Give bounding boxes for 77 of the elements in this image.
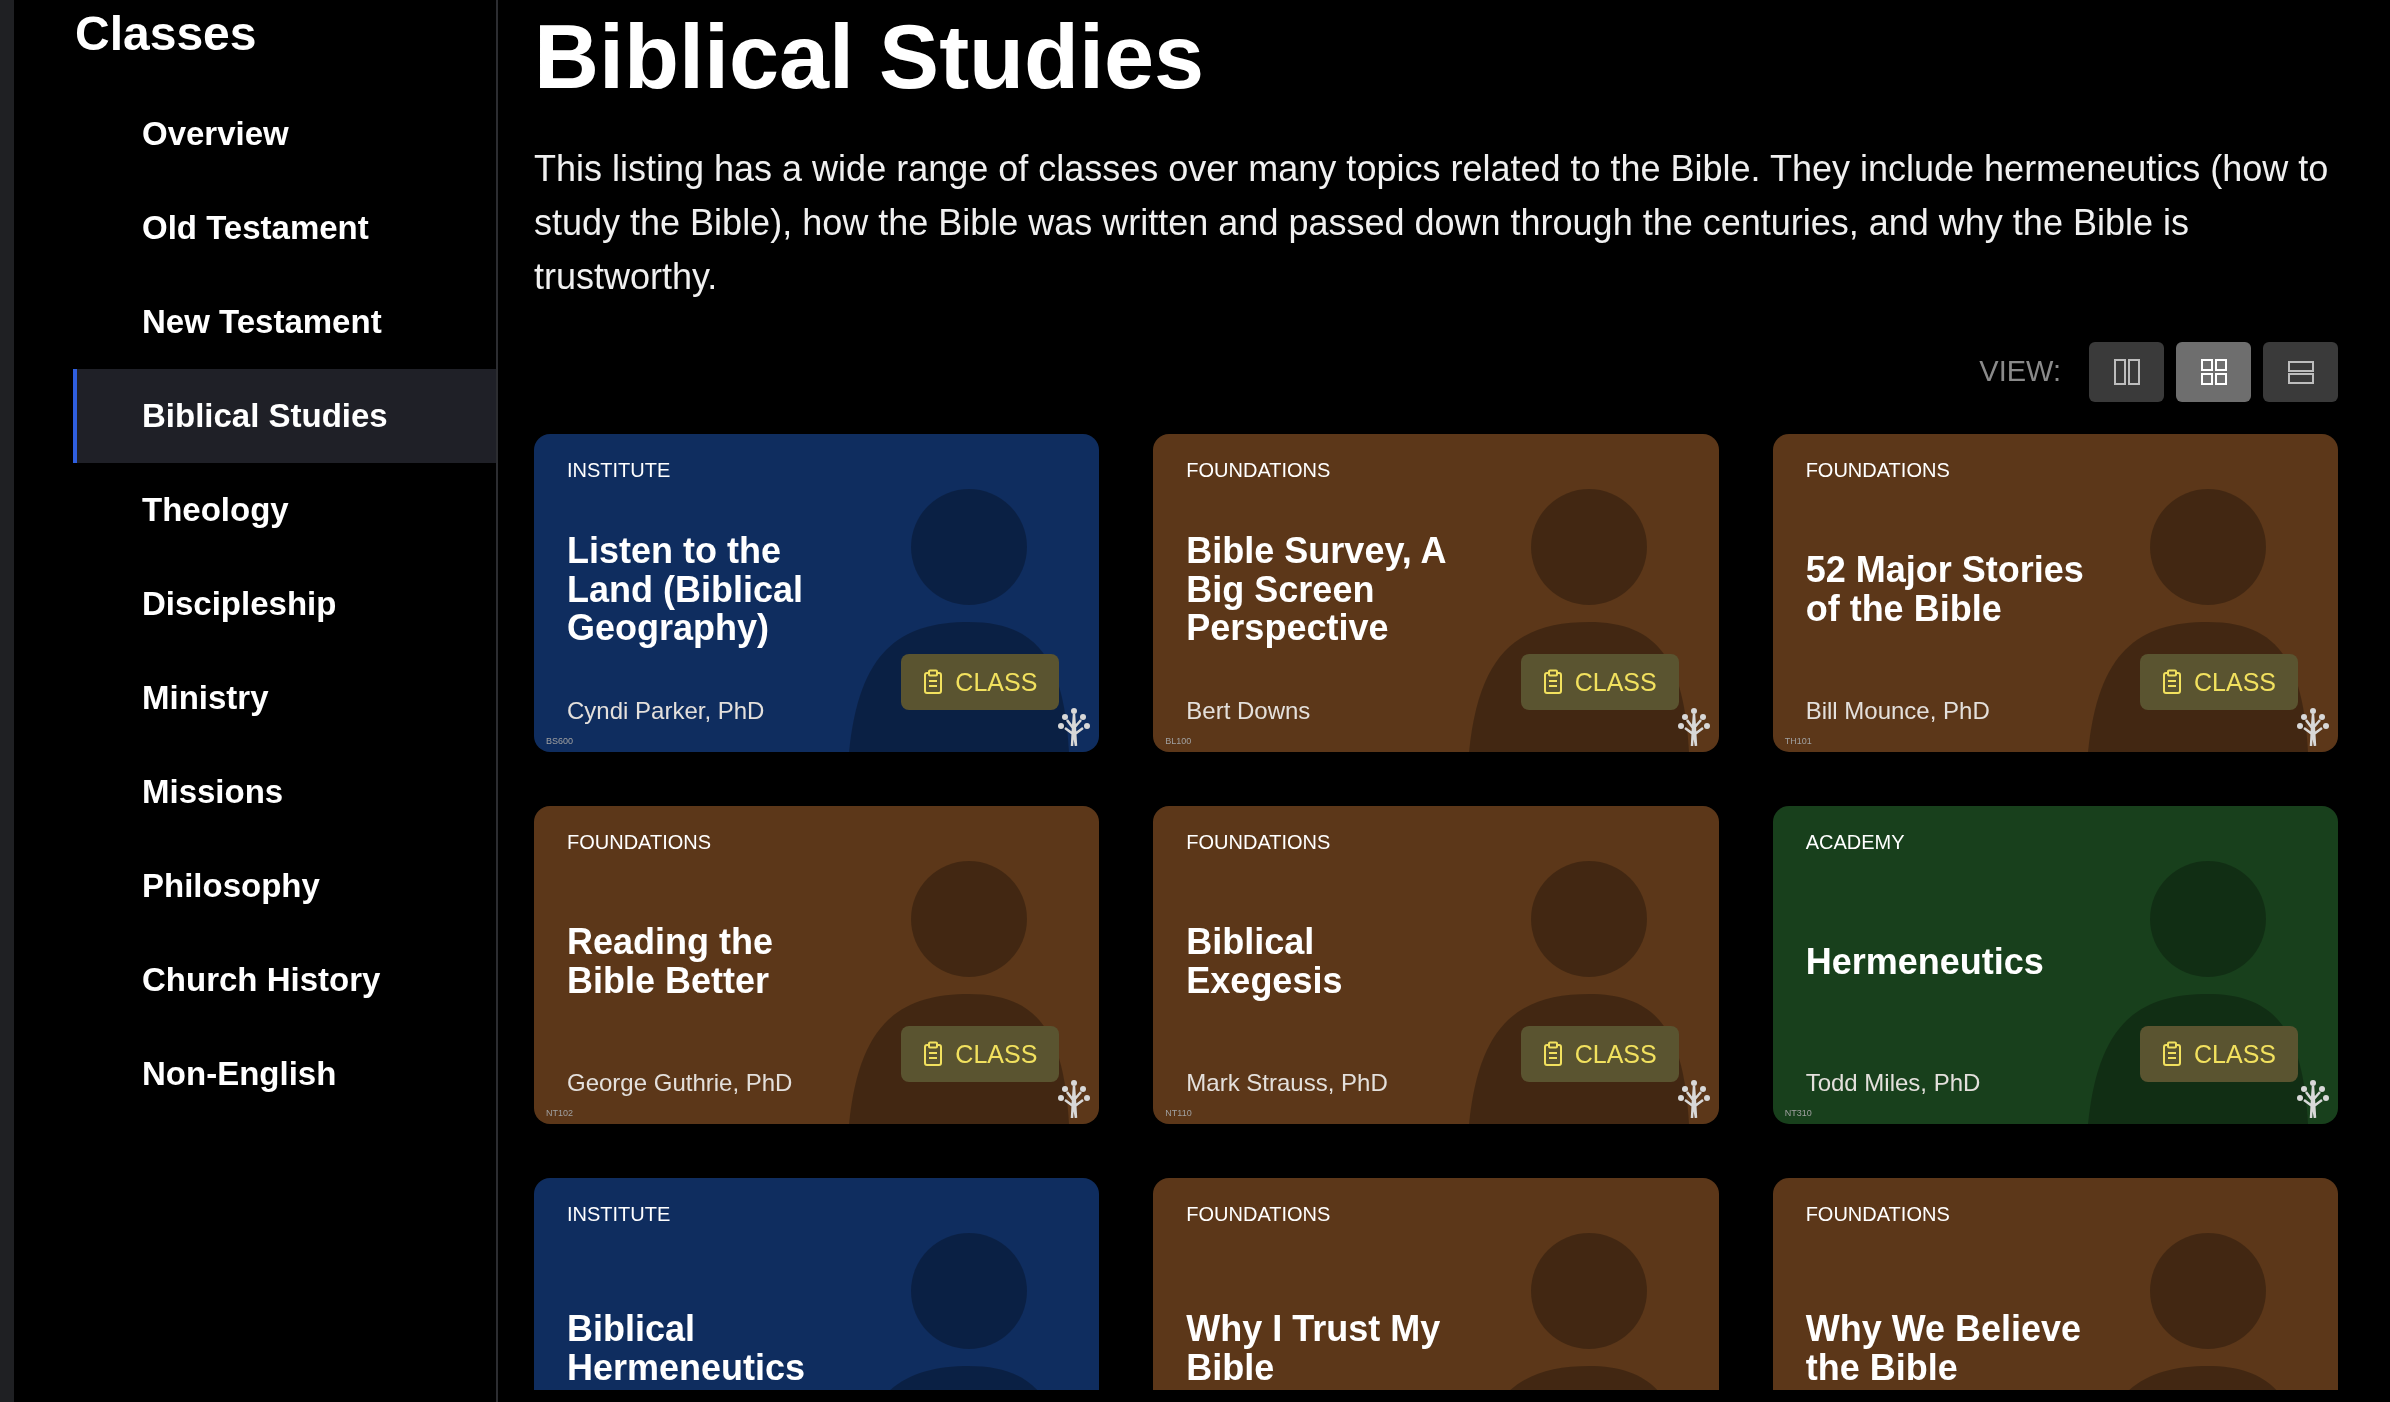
sidebar-item[interactable]: Ministry [73,651,496,745]
class-card[interactable]: FOUNDATIONS 52 Major Stories of the Bible Bill Mounce, PhD CLASS TH101 [1772,434,2338,752]
class-card[interactable]: FOUNDATIONS Why We Believe the Bible [1772,1178,2338,1390]
class-card[interactable]: INSTITUTE Listen to the Land (Biblical Geography) Cyndi Parker, PhD CLASS BS600 [534,434,1100,752]
clipboard-icon [1542,669,1563,695]
sidebar-item[interactable]: Non-English [73,1027,496,1121]
category-label: FOUNDATIONS [1186,1202,1332,1227]
class-title: Biblical Hermeneutics [567,1310,807,1388]
category-label: FOUNDATIONS [1186,830,1332,855]
class-title: Listen to the Land (Biblical Geography) [567,532,805,648]
tree-logo-icon [2296,1078,2330,1118]
class-badge: CLASS [2140,1026,2298,1082]
author-name: Todd Miles, PhD [1805,1068,1981,1098]
sidebar-item[interactable]: Discipleship [73,557,496,651]
class-card[interactable]: FOUNDATIONS Biblical Exegesis Mark Strauss, PhD CLASS NT110 [1153,806,1719,1124]
class-badge: CLASS [901,1026,1060,1082]
category-label: FOUNDATIONS [1805,1202,1951,1227]
category-label: FOUNDATIONS [1186,458,1332,483]
course-code: BS600 [546,734,574,748]
class-card[interactable]: INSTITUTE Biblical Hermeneutics [534,1178,1100,1390]
tree-logo-icon [1057,1078,1092,1118]
tree-logo-icon [1676,706,1711,746]
category-label: INSTITUTE [567,458,672,483]
class-title: Biblical Exegesis [1186,923,1344,1001]
sidebar-item[interactable]: Missions [73,745,496,839]
course-code: NT102 [546,1106,573,1120]
author-name: Mark Strauss, PhD [1186,1068,1388,1098]
class-badge: CLASS [2140,654,2298,710]
tree-logo-icon [2296,706,2330,746]
sidebar-item[interactable]: Biblical Studies [73,369,496,463]
clipboard-icon [923,1041,944,1067]
sidebar-item[interactable]: Theology [73,463,496,557]
class-title: Hermeneutics [1805,942,2045,982]
sidebar-title: Classes [75,6,258,62]
category-label: INSTITUTE [567,1202,672,1227]
class-title: Why I Trust My Bible [1186,1310,1442,1388]
class-title: Why We Believe the Bible [1805,1310,2083,1388]
columns-icon [2111,357,2142,387]
clipboard-icon [923,669,944,695]
sidebar-item[interactable]: Church History [73,933,496,1027]
author-name: Bert Downs [1186,696,1311,726]
view-toggle[interactable] [2263,342,2338,402]
course-code: TH101 [1784,734,1812,748]
course-code: NT310 [1784,1106,1812,1120]
author-name: Bill Mounce, PhD [1805,696,1990,726]
class-card[interactable]: FOUNDATIONS Bible Survey, A Big Screen Perspective Bert Downs CLASS BL100 [1153,434,1719,752]
category-label: ACADEMY [1805,830,1906,855]
tree-logo-icon [1676,1078,1711,1118]
class-card[interactable]: FOUNDATIONS Reading the Bible Better George Guthrie, PhD CLASS NT102 [534,806,1100,1124]
sidebar-item[interactable]: New Testament [73,275,496,369]
class-card[interactable]: FOUNDATIONS Why I Trust My Bible [1153,1178,1719,1390]
sidebar-item[interactable]: Philosophy [73,839,496,933]
view-toggle[interactable] [2089,342,2164,402]
course-code: NT110 [1165,1106,1192,1120]
sidebar-item[interactable]: Old Testament [73,181,496,275]
tree-logo-icon [1057,706,1092,746]
category-label: FOUNDATIONS [567,830,713,855]
class-title: Bible Survey, A Big Screen Perspective [1186,532,1447,648]
clipboard-icon [2162,1041,2182,1067]
class-title: Reading the Bible Better [567,923,774,1001]
grid-icon [2198,357,2229,387]
class-badge: CLASS [1520,1026,1679,1082]
class-title: 52 Major Stories of the Bible [1805,551,2085,629]
class-card[interactable]: ACADEMY Hermeneutics Todd Miles, PhD CLASS NT310 [1772,806,2338,1124]
clipboard-icon [2162,669,2182,695]
class-badge: CLASS [901,654,1060,710]
author-name: Cyndi Parker, PhD [567,696,765,726]
view-toggle[interactable] [2176,342,2251,402]
course-code: BL100 [1165,734,1192,748]
clipboard-icon [1542,1041,1563,1067]
category-label: FOUNDATIONS [1805,458,1951,483]
author-name: George Guthrie, PhD [567,1068,793,1098]
page-description: This listing has a wide range of classes over many topics related to the Bible. They include hermeneutics (how to study the Bible), how the Bible was written and passed down through the centuries, and why the Bible is trustworthy. [534,147,2330,299]
view-label: VIEW: [1979,354,2061,390]
class-badge: CLASS [1520,654,1679,710]
page-title: Biblical Studies [534,6,1206,109]
sidebar-item[interactable]: Overview [73,87,496,181]
